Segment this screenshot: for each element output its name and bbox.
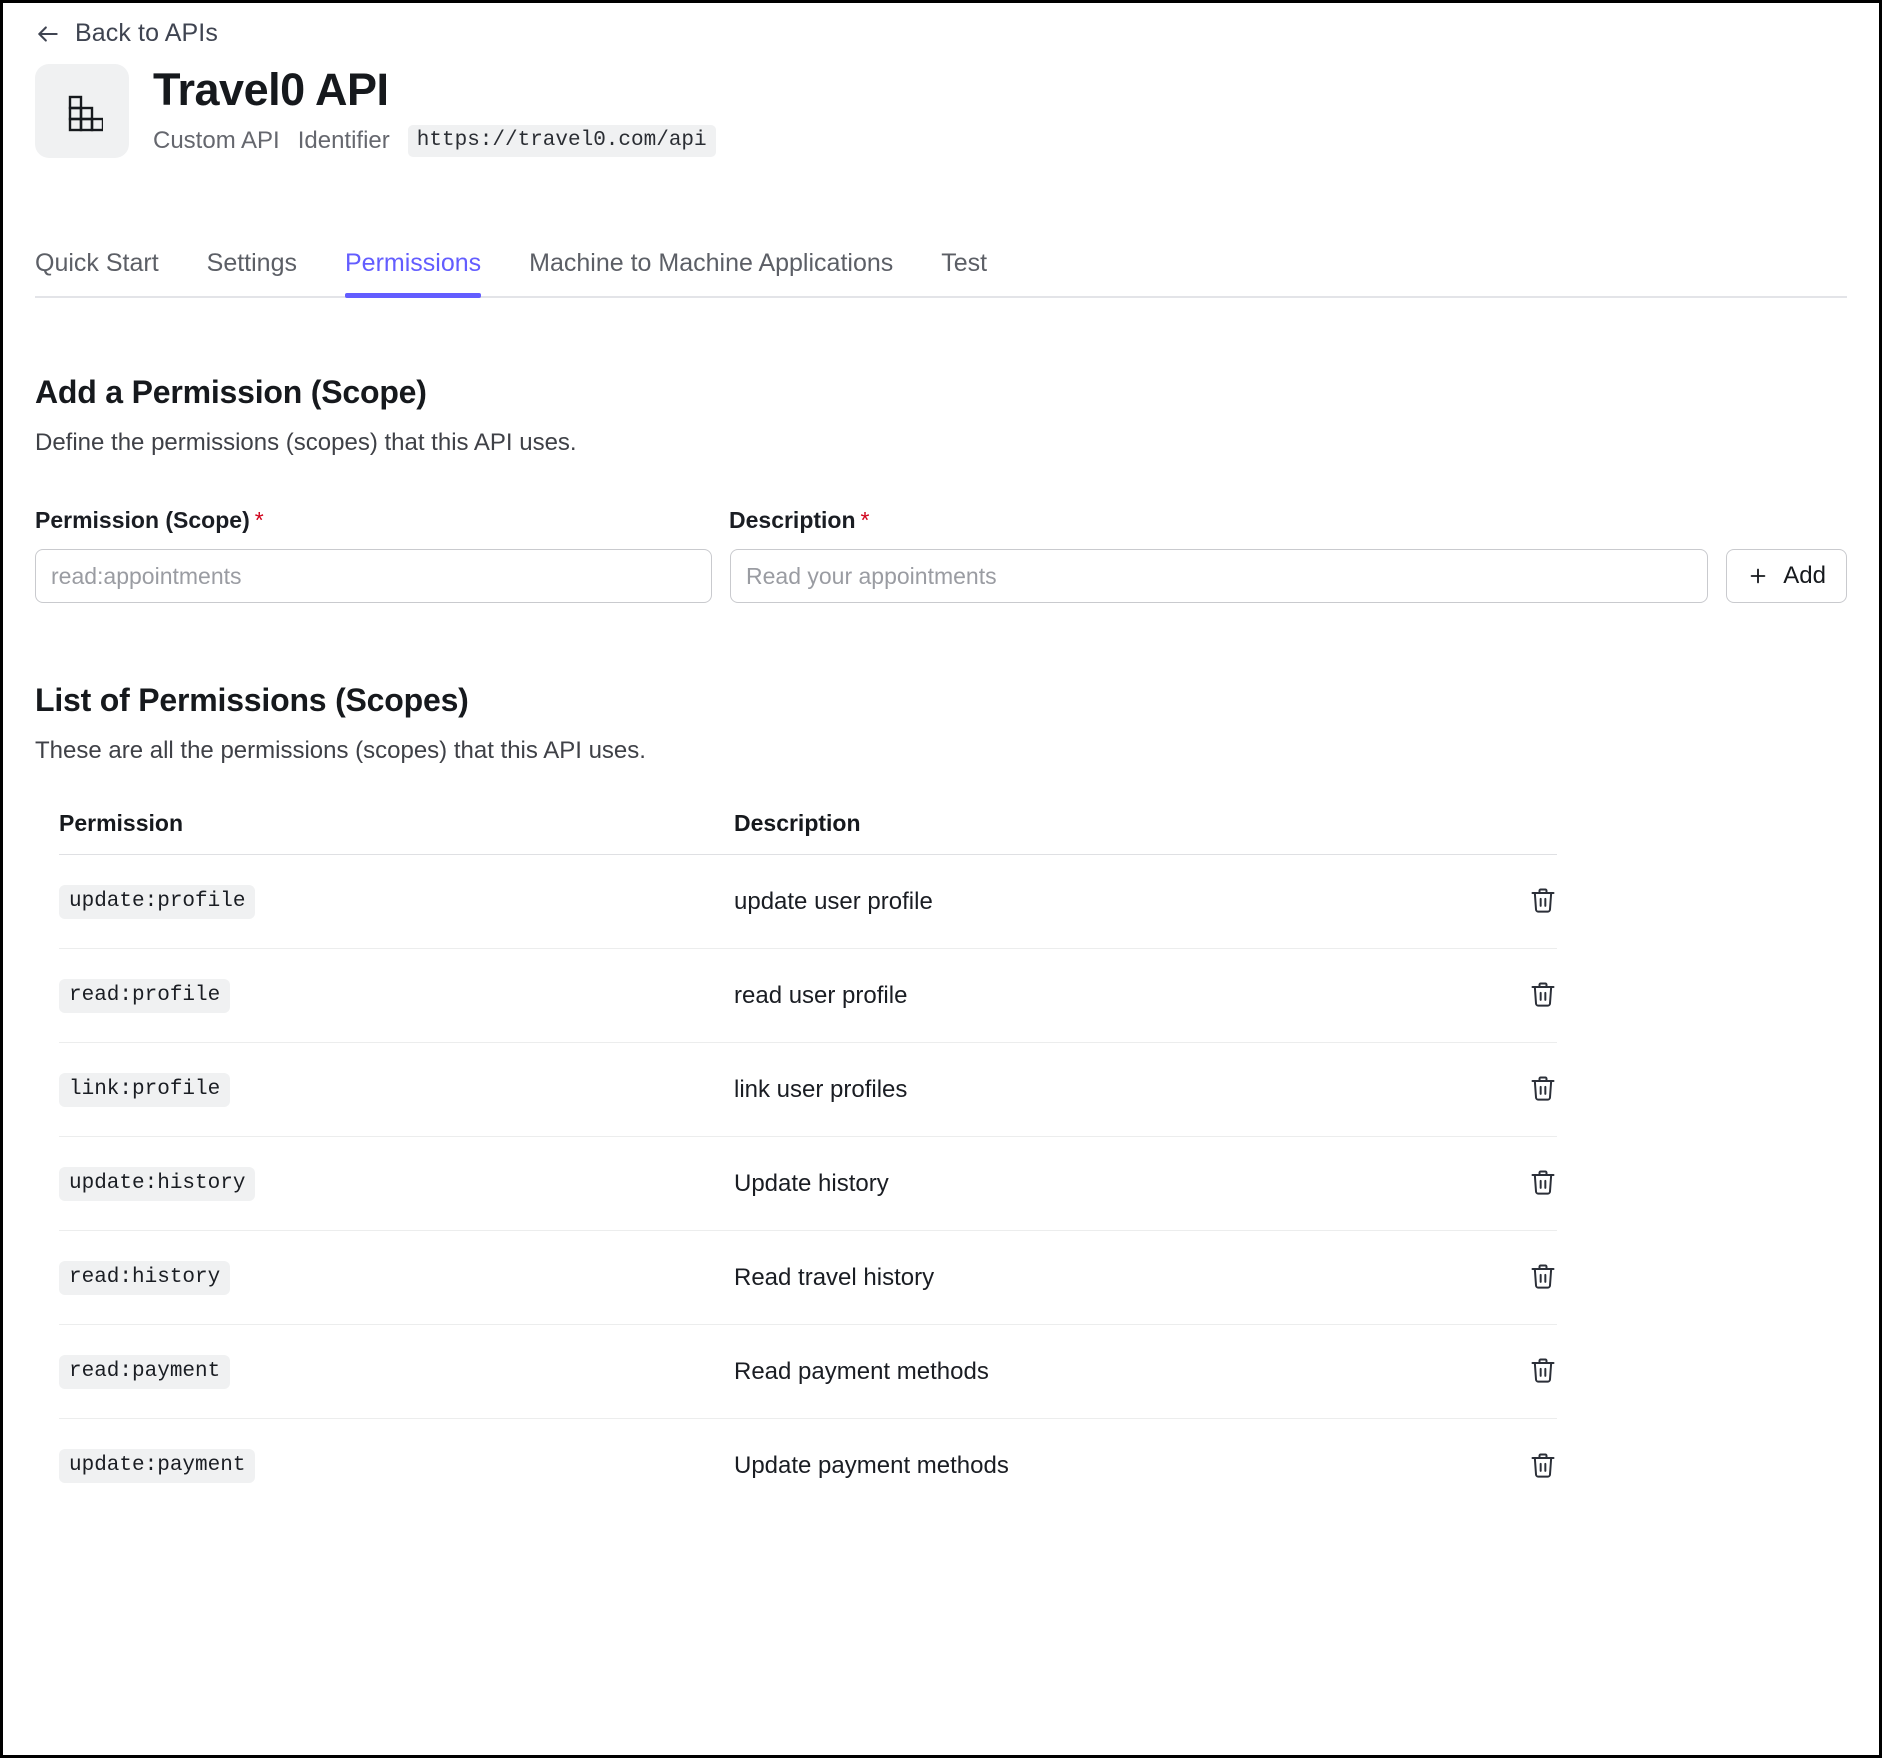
description-cell: Update history bbox=[734, 1169, 889, 1197]
description-field-label: Description * bbox=[729, 507, 1847, 534]
add-permission-button[interactable]: Add bbox=[1726, 549, 1847, 603]
add-permission-button-label: Add bbox=[1783, 562, 1826, 589]
tab-quick-start[interactable]: Quick Start bbox=[35, 249, 159, 296]
trash-icon bbox=[1529, 1451, 1557, 1482]
identifier-value: https://travel0.com/api bbox=[407, 124, 716, 157]
trash-icon bbox=[1529, 1262, 1557, 1293]
description-required-asterisk: * bbox=[860, 507, 870, 533]
api-blocks-icon bbox=[35, 64, 129, 158]
table-row: read:payment Read payment methods bbox=[59, 1325, 1557, 1419]
tab-test[interactable]: Test bbox=[941, 249, 987, 296]
tab-permissions[interactable]: Permissions bbox=[345, 249, 482, 298]
permission-chip: read:history bbox=[59, 1260, 231, 1295]
description-cell: update user profile bbox=[734, 887, 933, 915]
permission-cell: read:profile bbox=[59, 978, 734, 1013]
scope-required-asterisk: * bbox=[254, 507, 264, 533]
trash-icon bbox=[1529, 1356, 1557, 1387]
delete-permission-button[interactable] bbox=[1483, 1074, 1557, 1105]
column-header-permission: Permission bbox=[59, 810, 183, 836]
arrow-left-icon bbox=[35, 21, 61, 47]
page-title: Travel0 API bbox=[153, 64, 389, 115]
table-row: update:payment Update payment methods bbox=[59, 1419, 1557, 1513]
permission-chip: update:profile bbox=[59, 884, 256, 919]
delete-permission-button[interactable] bbox=[1483, 1168, 1557, 1199]
trash-icon bbox=[1529, 886, 1557, 917]
permission-chip: link:profile bbox=[59, 1072, 231, 1107]
permission-cell: update:history bbox=[59, 1166, 734, 1201]
table-header-row: Permission Description bbox=[59, 810, 1557, 855]
permissions-table: Permission Description update:profile up… bbox=[59, 810, 1557, 1513]
description-cell: Update payment methods bbox=[734, 1452, 1009, 1479]
permission-cell: link:profile bbox=[59, 1072, 734, 1107]
delete-permission-button[interactable] bbox=[1483, 1262, 1557, 1293]
identifier-label: Identifier bbox=[297, 126, 390, 154]
trash-icon bbox=[1529, 1168, 1557, 1199]
description-cell: Read payment methods bbox=[734, 1357, 989, 1385]
permission-cell: read:history bbox=[59, 1260, 734, 1295]
add-permission-form: Add bbox=[35, 549, 1847, 603]
tab-settings[interactable]: Settings bbox=[207, 249, 297, 296]
tab-bar: Quick Start Settings Permissions Machine… bbox=[35, 236, 1847, 298]
permission-cell: update:profile bbox=[59, 884, 734, 919]
description-cell: read user profile bbox=[734, 981, 908, 1009]
add-permission-section: Add a Permission (Scope) Define the perm… bbox=[35, 374, 1847, 603]
trash-icon bbox=[1529, 980, 1557, 1011]
tab-machine-to-machine-applications[interactable]: Machine to Machine Applications bbox=[529, 249, 893, 296]
add-permission-title: Add a Permission (Scope) bbox=[35, 374, 427, 410]
scope-field-label: Permission (Scope) * bbox=[35, 507, 729, 534]
delete-permission-button[interactable] bbox=[1483, 886, 1557, 917]
permission-cell: read:payment bbox=[59, 1354, 734, 1389]
table-row: read:history Read travel history bbox=[59, 1231, 1557, 1325]
permission-chip: update:payment bbox=[59, 1449, 256, 1483]
scope-input[interactable] bbox=[35, 549, 712, 603]
scope-field-label-text: Permission (Scope) bbox=[35, 507, 250, 533]
plus-icon bbox=[1747, 565, 1769, 587]
permission-list-title: List of Permissions (Scopes) bbox=[35, 682, 469, 718]
api-header: Travel0 API Custom API Identifier https:… bbox=[35, 64, 1847, 174]
table-row: link:profile link user profiles bbox=[59, 1043, 1557, 1137]
trash-icon bbox=[1529, 1074, 1557, 1105]
table-row: update:profile update user profile bbox=[59, 855, 1557, 949]
table-row: read:profile read user profile bbox=[59, 949, 1557, 1043]
permission-cell: update:payment bbox=[59, 1449, 734, 1483]
back-to-apis-label: Back to APIs bbox=[75, 19, 218, 47]
description-cell: link user profiles bbox=[734, 1075, 908, 1103]
delete-permission-button[interactable] bbox=[1483, 1356, 1557, 1387]
permission-list-subtitle: These are all the permissions (scopes) t… bbox=[35, 737, 646, 764]
permission-chip: update:history bbox=[59, 1166, 256, 1201]
description-input[interactable] bbox=[730, 549, 1709, 603]
api-type-label: Custom API bbox=[153, 126, 280, 154]
back-to-apis-link[interactable]: Back to APIs bbox=[35, 3, 1847, 49]
add-permission-subtitle: Define the permissions (scopes) that thi… bbox=[35, 429, 577, 456]
permission-chip: read:payment bbox=[59, 1354, 231, 1389]
delete-permission-button[interactable] bbox=[1483, 980, 1557, 1011]
add-permission-labels: Permission (Scope) * Description * bbox=[35, 507, 1847, 534]
permission-list-section: List of Permissions (Scopes) These are a… bbox=[35, 682, 1847, 1513]
column-header-description: Description bbox=[734, 810, 861, 836]
api-permissions-screen: Back to APIs Travel0 API Custom API Iden… bbox=[0, 0, 1882, 1758]
delete-permission-button[interactable] bbox=[1483, 1451, 1557, 1482]
permission-chip: read:profile bbox=[59, 978, 231, 1013]
description-cell: Read travel history bbox=[734, 1263, 935, 1291]
description-field-label-text: Description bbox=[729, 507, 856, 533]
table-row: update:history Update history bbox=[59, 1137, 1557, 1231]
